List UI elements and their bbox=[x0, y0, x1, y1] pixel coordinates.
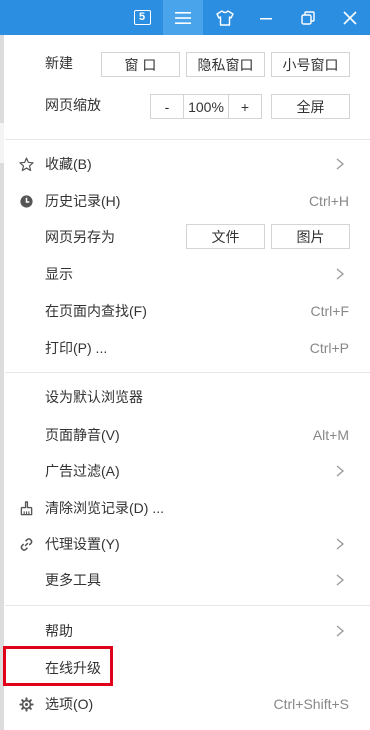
print-label: 打印(P) ... bbox=[45, 340, 108, 356]
history-shortcut: Ctrl+H bbox=[308, 193, 349, 209]
restore-button[interactable] bbox=[290, 0, 326, 35]
menu-item-history[interactable]: 历史记录(H) Ctrl+H bbox=[5, 183, 370, 219]
history-label: 历史记录(H) bbox=[45, 193, 121, 209]
options-label: 选项(O) bbox=[45, 696, 94, 712]
minimize-icon bbox=[260, 17, 272, 19]
highlight-box bbox=[3, 646, 113, 686]
chevron-right-icon bbox=[336, 268, 345, 280]
new-window-button[interactable]: 窗 口 bbox=[101, 52, 180, 77]
menu-item-ad-filter[interactable]: 广告过滤(A) bbox=[5, 453, 370, 489]
menu-item-display[interactable]: 显示 bbox=[5, 256, 370, 292]
chevron-right-icon bbox=[336, 158, 345, 170]
menu-item-favorites[interactable]: 收藏(B) bbox=[5, 146, 370, 182]
mute-shortcut: Alt+M bbox=[312, 427, 349, 443]
menu-item-proxy[interactable]: 代理设置(Y) bbox=[5, 526, 370, 562]
zoom-label: 网页缩放 bbox=[45, 97, 101, 113]
options-shortcut: Ctrl+Shift+S bbox=[273, 696, 349, 712]
tab-count: 5 bbox=[138, 11, 146, 23]
menu-item-mute[interactable]: 页面静音(V) Alt+M bbox=[5, 417, 370, 453]
fullscreen-button[interactable]: 全屏 bbox=[271, 94, 350, 119]
minimize-button[interactable] bbox=[248, 0, 284, 35]
window-left-edge bbox=[0, 35, 4, 730]
star-icon bbox=[18, 156, 34, 172]
zoom-out-button[interactable]: - bbox=[150, 94, 184, 119]
chevron-right-icon bbox=[336, 465, 345, 477]
chevron-right-icon bbox=[336, 625, 345, 637]
proxy-label: 代理设置(Y) bbox=[45, 536, 120, 552]
clear-history-label: 清除浏览记录(D) ... bbox=[45, 500, 164, 516]
main-menu: 新建 窗 口 隐私窗口 小号窗口 网页缩放 - 100% + 全屏 收藏(B) … bbox=[5, 35, 370, 730]
menu-item-more-tools[interactable]: 更多工具 bbox=[5, 562, 370, 598]
chevron-right-icon bbox=[336, 574, 345, 586]
separator bbox=[5, 139, 370, 140]
more-tools-label: 更多工具 bbox=[45, 572, 101, 588]
help-label: 帮助 bbox=[45, 623, 73, 639]
new-alt-account-window-button[interactable]: 小号窗口 bbox=[271, 52, 350, 77]
find-shortcut: Ctrl+F bbox=[310, 303, 350, 319]
favorites-label: 收藏(B) bbox=[45, 156, 92, 172]
menu-item-find[interactable]: 在页面内查找(F) Ctrl+F bbox=[5, 293, 370, 329]
separator bbox=[5, 372, 370, 373]
save-as-image-button[interactable]: 图片 bbox=[271, 224, 350, 249]
restore-icon bbox=[301, 10, 315, 25]
separator bbox=[5, 605, 370, 606]
find-label: 在页面内查找(F) bbox=[45, 303, 147, 319]
new-label: 新建 bbox=[45, 55, 73, 71]
skin-button[interactable] bbox=[205, 0, 245, 35]
zoom-in-button[interactable]: + bbox=[229, 94, 262, 119]
close-button[interactable] bbox=[332, 0, 368, 35]
skin-shirt-icon bbox=[216, 9, 234, 26]
new-private-window-button[interactable]: 隐私窗口 bbox=[186, 52, 265, 77]
link-icon bbox=[18, 536, 34, 552]
close-icon bbox=[343, 10, 357, 25]
menu-icon bbox=[175, 11, 191, 24]
edge-notch bbox=[0, 123, 4, 163]
ad-filter-label: 广告过滤(A) bbox=[45, 463, 120, 479]
save-as-label: 网页另存为 bbox=[45, 229, 115, 245]
gear-icon bbox=[18, 696, 34, 712]
title-bar: 5 bbox=[0, 0, 370, 35]
chevron-right-icon bbox=[336, 538, 345, 550]
menu-item-set-default-browser[interactable]: 设为默认浏览器 bbox=[5, 379, 370, 415]
menu-item-options[interactable]: 选项(O) Ctrl+Shift+S bbox=[5, 686, 370, 722]
mute-label: 页面静音(V) bbox=[45, 427, 120, 443]
menu-item-clear-history[interactable]: 清除浏览记录(D) ... bbox=[5, 490, 370, 526]
tab-count-icon: 5 bbox=[133, 10, 151, 25]
menu-button[interactable] bbox=[163, 0, 203, 35]
menu-item-help[interactable]: 帮助 bbox=[5, 613, 370, 649]
eraser-icon bbox=[18, 500, 34, 516]
menu-item-print[interactable]: 打印(P) ... Ctrl+P bbox=[5, 330, 370, 366]
zoom-level-display: 100% bbox=[184, 94, 229, 119]
set-default-label: 设为默认浏览器 bbox=[45, 389, 143, 405]
tab-count-button[interactable]: 5 bbox=[124, 0, 160, 35]
print-shortcut: Ctrl+P bbox=[309, 340, 349, 356]
save-as-file-button[interactable]: 文件 bbox=[186, 224, 265, 249]
clock-icon bbox=[18, 193, 34, 209]
display-label: 显示 bbox=[45, 266, 73, 282]
